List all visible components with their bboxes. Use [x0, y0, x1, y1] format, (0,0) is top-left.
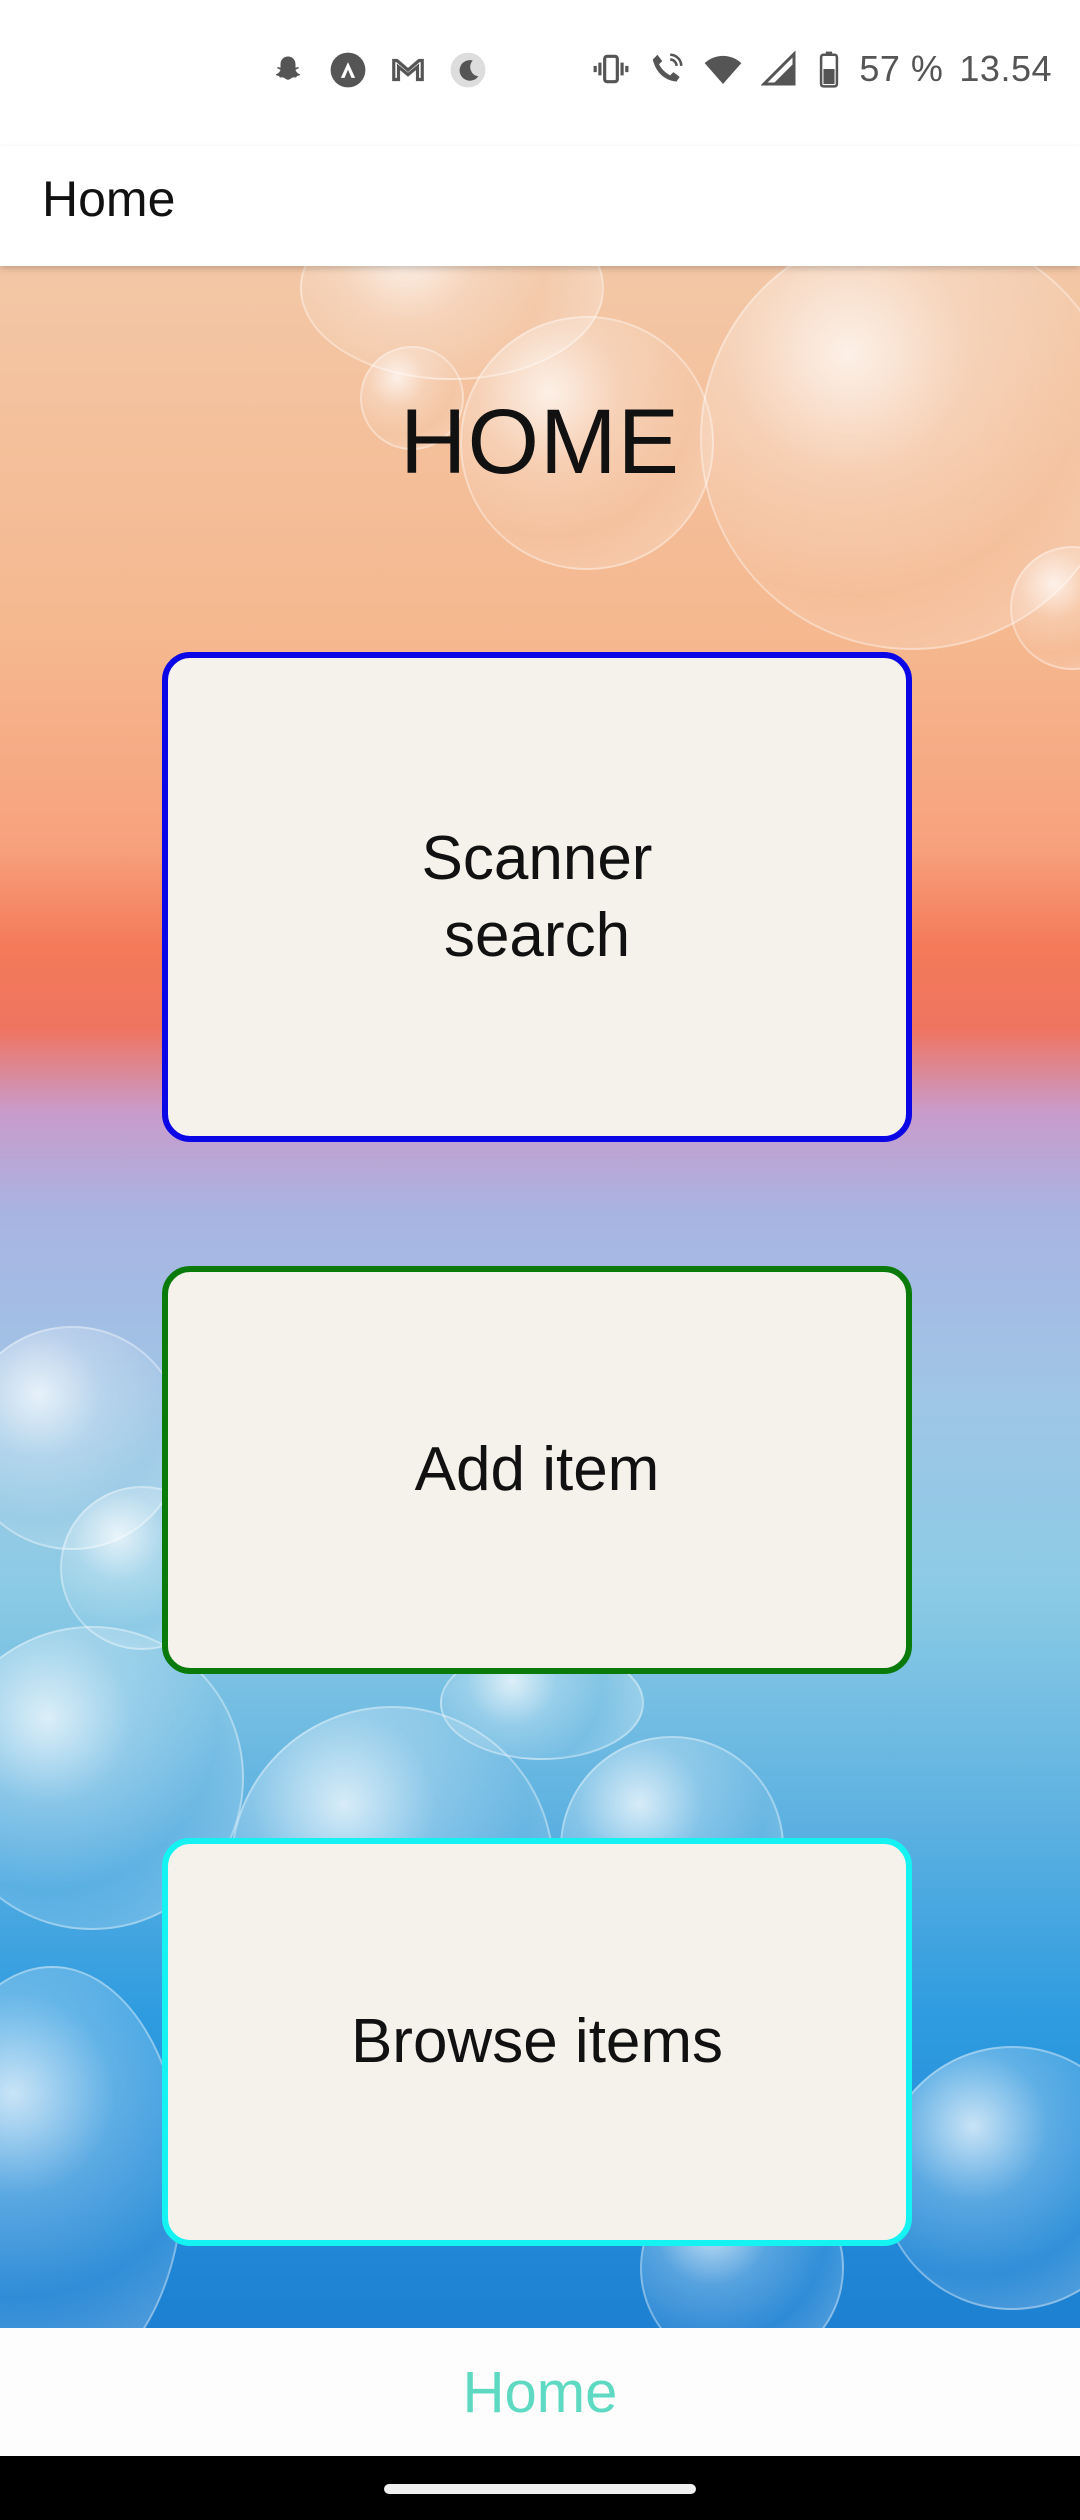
- background-bubble: [0, 1966, 184, 2328]
- vibrate-icon: [591, 49, 631, 89]
- nav-item-home[interactable]: Home: [463, 2359, 618, 2426]
- battery-percentage: 57 %: [859, 48, 944, 89]
- bottom-navigation: Home: [0, 2328, 1080, 2456]
- scanner-search-button[interactable]: Scanner search: [162, 652, 912, 1142]
- app-bar-title: Home: [42, 171, 176, 227]
- signal-icon: [759, 49, 799, 89]
- browse-items-button[interactable]: Browse items: [162, 1838, 912, 2246]
- add-item-label: Add item: [414, 1435, 660, 1505]
- page-heading: HOME: [400, 391, 680, 493]
- home-gesture-handle[interactable]: [384, 2484, 696, 2494]
- system-status: 57 % 13.54: [591, 48, 1052, 90]
- wifi-icon: [703, 49, 743, 89]
- system-navigation-bar: [0, 2456, 1080, 2520]
- snapchat-icon: [268, 50, 308, 90]
- clock: 13.54: [959, 48, 1052, 89]
- gmail-icon: [388, 50, 428, 90]
- app-a-icon: [328, 50, 368, 90]
- add-item-button[interactable]: Add item: [162, 1266, 912, 1674]
- battery-icon: [815, 49, 843, 89]
- status-bar: 57 % 13.54: [0, 0, 1080, 146]
- home-screen: HOME Scanner search Add item Browse item…: [0, 266, 1080, 2328]
- scanner-search-label: Scanner search: [421, 823, 653, 971]
- app-bar: Home: [0, 146, 1080, 266]
- wifi-call-icon: [647, 49, 687, 89]
- moon-icon: [448, 50, 488, 90]
- notification-icons: [268, 50, 488, 90]
- browse-items-label: Browse items: [350, 2007, 724, 2077]
